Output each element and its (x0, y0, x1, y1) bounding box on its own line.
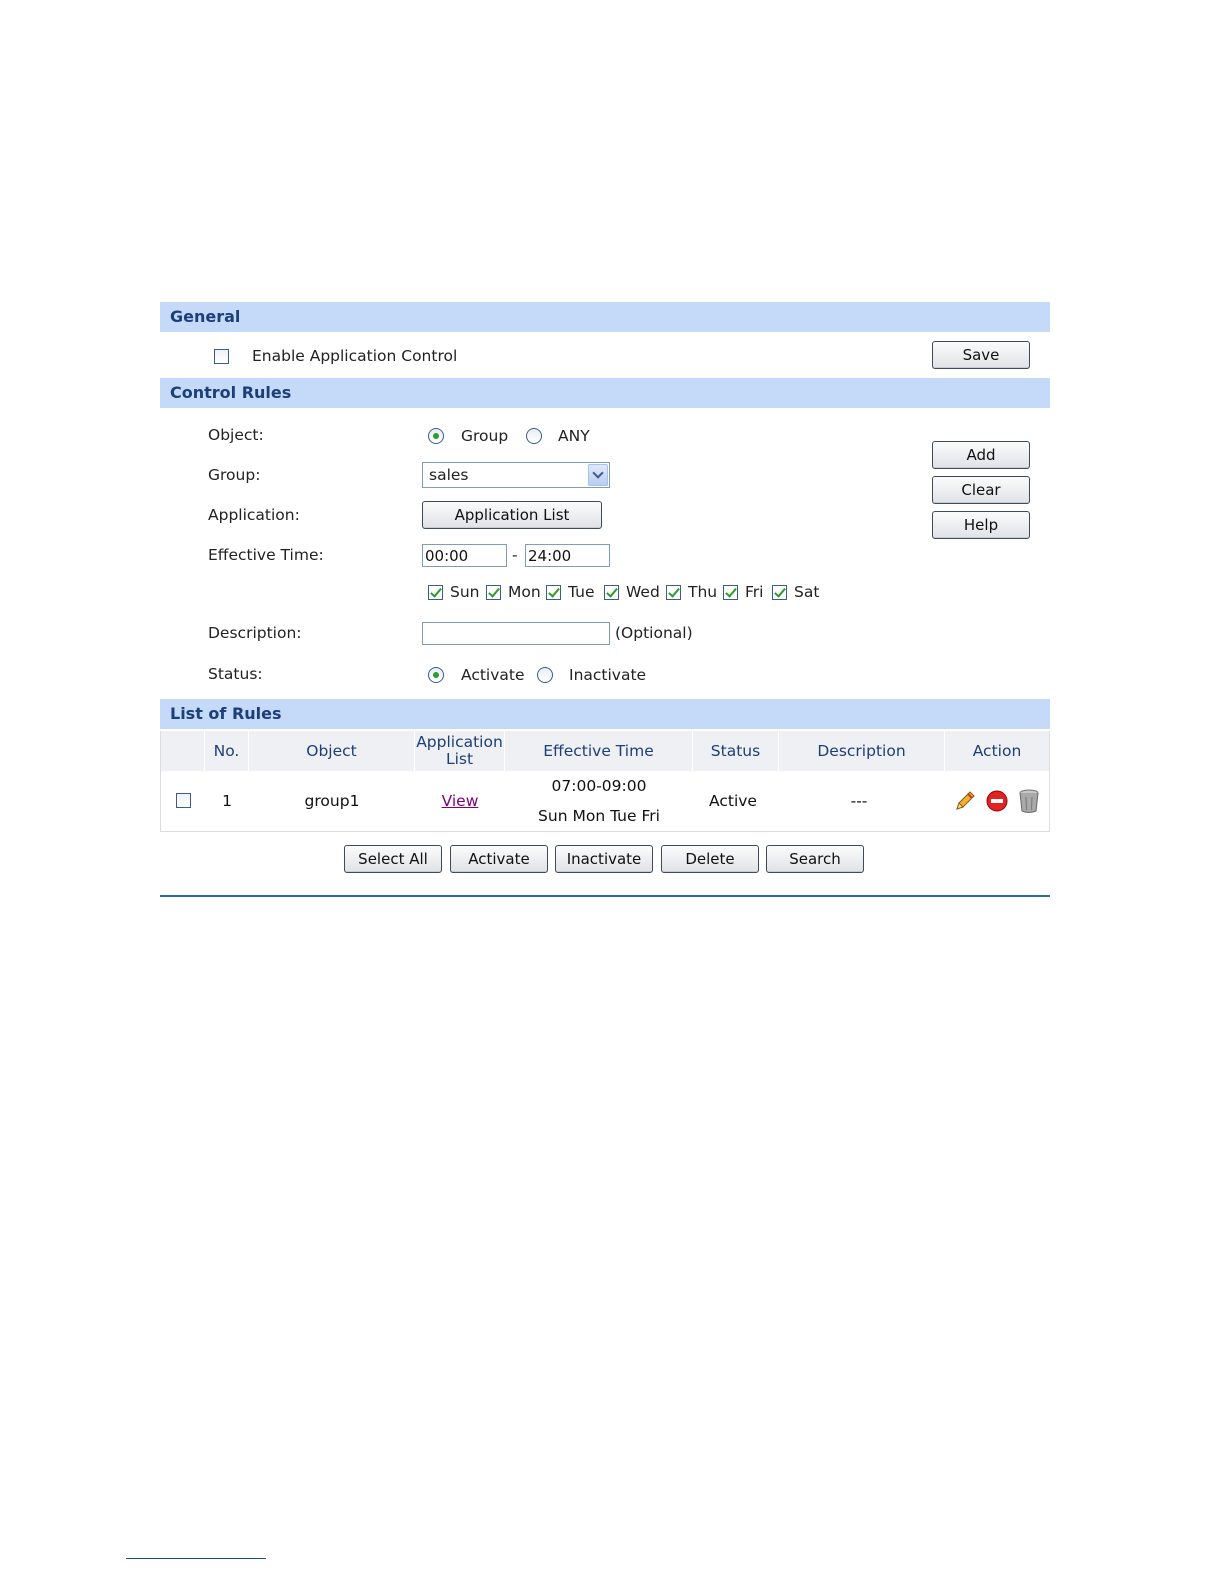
row-object: group1 (304, 792, 360, 810)
select-column-header (161, 731, 205, 771)
chevron-down-icon (588, 464, 608, 486)
time-separator: - (512, 546, 518, 564)
status-inactivate-label: Inactivate (569, 666, 647, 684)
row-select-checkbox[interactable] (176, 793, 191, 808)
inactivate-button[interactable]: Inactivate (555, 845, 653, 873)
row-effective-days: Sun Mon Tue Fri (538, 807, 660, 825)
row-description: --- (850, 792, 868, 810)
day-sun-checkbox[interactable] (428, 585, 443, 600)
column-header-status: Status (693, 731, 779, 771)
save-button[interactable]: Save (932, 341, 1030, 369)
day-fri-label: Fri (745, 583, 764, 601)
description-input[interactable] (422, 622, 610, 645)
list-of-rules-section-header: List of Rules (160, 699, 1050, 729)
footnote-divider (126, 1558, 266, 1559)
activate-button[interactable]: Activate (450, 845, 548, 873)
object-group-radio[interactable] (428, 428, 444, 444)
time-start-input[interactable] (422, 544, 507, 567)
application-list-button[interactable]: Application List (422, 501, 602, 529)
column-header-action: Action (972, 741, 1022, 760)
help-button[interactable]: Help (932, 511, 1030, 539)
status-activate-label: Activate (461, 666, 525, 684)
object-any-label: ANY (558, 427, 590, 445)
day-mon-label: Mon (508, 583, 541, 601)
row-actions (945, 771, 1049, 831)
optional-hint: (Optional) (615, 624, 693, 642)
day-sun-label: Sun (450, 583, 480, 601)
day-fri-checkbox[interactable] (723, 585, 738, 600)
edit-icon[interactable] (953, 789, 977, 813)
panel-bottom-divider (160, 895, 1050, 897)
row-status: Active (709, 792, 757, 810)
row-no: 1 (222, 792, 232, 810)
row-effective-time: 07:00-09:00 (551, 777, 647, 795)
view-application-list-link[interactable]: View (442, 792, 479, 810)
search-button[interactable]: Search (766, 845, 864, 873)
enable-application-control-checkbox[interactable] (214, 349, 229, 364)
day-thu-label: Thu (688, 583, 718, 601)
application-label: Application: (208, 506, 300, 524)
status-activate-radio[interactable] (428, 667, 444, 683)
delete-button[interactable]: Delete (661, 845, 759, 873)
group-select-value: sales (429, 466, 469, 484)
select-all-button[interactable]: Select All (344, 845, 442, 873)
row-effective-time-cell: 07:00-09:00 Sun Mon Tue Fri (505, 771, 693, 831)
day-tue-checkbox[interactable] (546, 585, 561, 600)
effective-time-label: Effective Time: (208, 546, 324, 564)
group-select[interactable]: sales (422, 462, 610, 488)
enable-application-control-label: Enable Application Control (252, 347, 458, 365)
day-wed-label: Wed (626, 583, 660, 601)
column-header-application-list: Application List (415, 731, 505, 771)
day-tue-label: Tue (568, 583, 595, 601)
column-header-object: Object (249, 731, 415, 771)
general-section-header: General (160, 302, 1050, 332)
day-sat-label: Sat (794, 583, 820, 601)
object-any-radio[interactable] (526, 428, 542, 444)
day-sat-checkbox[interactable] (772, 585, 787, 600)
time-end-input[interactable] (525, 544, 610, 567)
control-rules-section-header: Control Rules (160, 378, 1050, 408)
add-button[interactable]: Add (932, 441, 1030, 469)
status-inactivate-radio[interactable] (537, 667, 553, 683)
disable-icon[interactable] (985, 789, 1009, 813)
clear-button[interactable]: Clear (932, 476, 1030, 504)
status-label: Status: (208, 665, 263, 683)
rules-table-header: No. Object Application List Effective Ti… (160, 731, 1050, 771)
group-label: Group: (208, 466, 261, 484)
column-header-effective-time: Effective Time (505, 731, 693, 771)
column-header-description: Description (779, 731, 945, 771)
object-group-label: Group (461, 427, 509, 445)
column-header-no: No. (205, 731, 249, 771)
table-row: 1 group1 View 07:00-09:00 Sun Mon Tue Fr… (160, 771, 1050, 832)
day-wed-checkbox[interactable] (604, 585, 619, 600)
delete-icon[interactable] (1017, 788, 1041, 814)
day-mon-checkbox[interactable] (486, 585, 501, 600)
description-label: Description: (208, 624, 302, 642)
object-label: Object: (208, 426, 264, 444)
day-thu-checkbox[interactable] (666, 585, 681, 600)
row-application-list-cell: View (415, 771, 505, 831)
